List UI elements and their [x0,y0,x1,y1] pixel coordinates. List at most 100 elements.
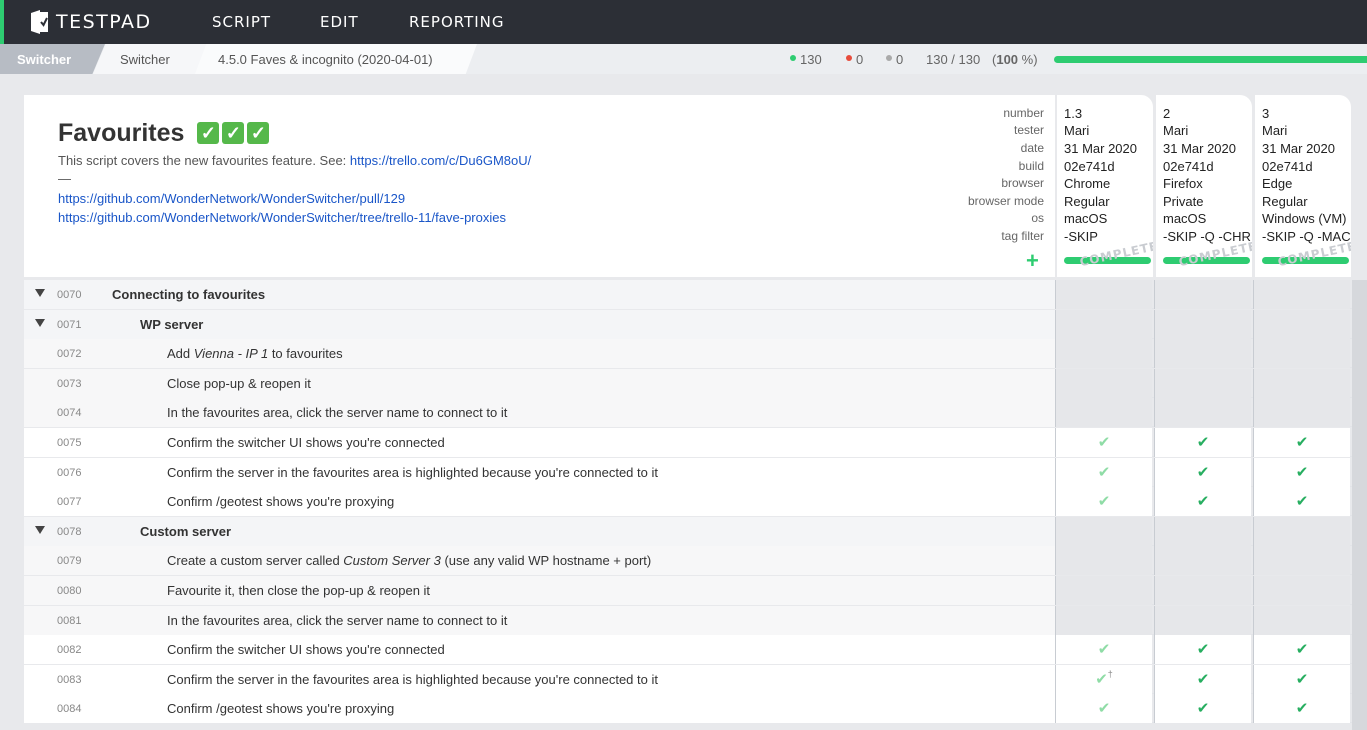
testpad-logo-icon [31,10,48,34]
result-cell[interactable]: ✔† [1055,665,1152,694]
run-date: 31 Mar 2020 [1064,141,1137,156]
breadcrumb-project[interactable]: Switcher [0,44,105,74]
result-cell[interactable] [1253,339,1350,368]
nav-reporting[interactable]: REPORTING [409,13,505,31]
row-content[interactable]: 0082 Confirm the switcher UI shows you're… [24,635,1055,664]
run-column[interactable]: 2 Mari 31 Mar 2020 02e741d Firefox Private mac… [1156,95,1252,277]
result-cell[interactable]: ✔ [1154,665,1251,694]
pass-check-icon: ✔ [1196,700,1210,717]
github-pull-link[interactable]: https://github.com/WonderNetwork/WonderS… [58,191,405,206]
test-step-text: Favourite it, then close the pop-up & re… [167,583,431,598]
result-cell[interactable] [1055,369,1152,398]
row-content[interactable]: 0072 Add Vienna - IP 1 to favourites [24,339,1055,368]
run-browser: Edge [1262,176,1293,191]
run-browser-mode: Regular [1064,194,1110,209]
row-content[interactable]: 0080 Favourite it, then close the pop-up … [24,576,1055,605]
pass-check-icon: ✔ [1295,434,1309,451]
table-row: 0081 In the favourites area, click the se… [24,606,1367,635]
scrollbar-track[interactable] [1352,280,1367,730]
result-cell[interactable] [1055,310,1152,339]
result-cell[interactable]: ✔ [1055,635,1152,664]
result-cell[interactable]: ✔ [1154,458,1251,487]
test-step-text: Confirm the server in the favourites are… [167,465,658,480]
result-cell[interactable] [1055,576,1152,605]
run-column[interactable]: 3 Mari 31 Mar 2020 02e741d Edge Regular Window… [1255,95,1351,277]
row-content[interactable]: 0070 Connecting to favourites [24,280,1055,309]
expand-triangle-icon[interactable] [35,319,45,327]
result-cell[interactable]: ✔ [1154,694,1251,723]
result-cell[interactable]: ✔ [1055,428,1152,457]
nav-script[interactable]: SCRIPT [212,13,271,31]
expand-triangle-icon[interactable] [35,289,45,297]
pass-check-icon: ✔ [1196,464,1210,481]
result-cell[interactable] [1154,280,1251,309]
run-column[interactable]: 1.3 Mari 31 Mar 2020 02e741d Chrome Regular ma… [1057,95,1153,277]
result-cell[interactable] [1154,606,1251,635]
result-cell[interactable] [1154,576,1251,605]
result-cell[interactable] [1253,517,1350,546]
row-number: 0084 [57,703,82,715]
result-cell[interactable]: ✔ [1154,635,1251,664]
row-content[interactable]: 0076 Confirm the server in the favourites… [24,458,1055,487]
pass-check-icon: ✔ [1097,493,1111,510]
row-content[interactable]: 0081 In the favourites area, click the se… [24,606,1055,635]
result-cell[interactable]: ✔ [1253,635,1350,664]
result-cell[interactable] [1055,606,1152,635]
result-cell[interactable] [1253,606,1350,635]
result-cell[interactable] [1154,310,1251,339]
row-content[interactable]: 0078 Custom server [24,517,1055,546]
row-content[interactable]: 0079 Create a custom server called Custom… [24,546,1055,575]
result-cell[interactable] [1154,339,1251,368]
row-content[interactable]: 0073 Close pop-up & reopen it [24,369,1055,398]
step-text-part: (use any valid WP hostname + port) [440,553,652,568]
result-cell[interactable] [1154,398,1251,427]
other-count-value: 0 [896,52,904,67]
result-cell[interactable] [1154,369,1251,398]
result-cell[interactable] [1253,369,1350,398]
add-run-button[interactable]: + [1026,250,1039,272]
result-cell[interactable] [1154,546,1251,575]
trello-link[interactable]: https://trello.com/c/Du6GM8oU/ [350,153,531,168]
result-cell[interactable] [1253,280,1350,309]
github-branch-link[interactable]: https://github.com/WonderNetwork/WonderS… [58,210,506,225]
label-tester: tester [1013,123,1044,137]
check-box-icon: ✓ [247,121,270,144]
result-cell[interactable] [1055,517,1152,546]
row-content[interactable]: 0083 Confirm the server in the favourites… [24,665,1055,694]
fail-dot-icon [846,54,852,61]
result-cell[interactable]: ✔ [1253,458,1350,487]
result-cell[interactable]: ✔ [1055,487,1152,516]
row-content[interactable]: 0084 Confirm /geotest shows you're proxyi… [24,694,1055,723]
table-row: 0076 Confirm the server in the favourites… [24,458,1367,487]
result-cell[interactable] [1055,280,1152,309]
breadcrumb-script[interactable]: 4.5.0 Faves & incognito (2020-04-01) [195,44,477,74]
result-cell[interactable] [1055,546,1152,575]
nav-edit[interactable]: EDIT [320,13,359,31]
row-content[interactable]: 0075 Confirm the switcher UI shows you're… [24,428,1055,457]
row-content[interactable]: 0074 In the favourites area, click the se… [24,398,1055,427]
expand-triangle-icon[interactable] [35,526,45,534]
row-content[interactable]: 0071 WP server [24,310,1055,339]
table-row: 0077 Confirm /geotest shows you're proxyi… [24,487,1367,516]
result-cell[interactable]: ✔ [1154,428,1251,457]
result-cell[interactable]: ✔ [1253,428,1350,457]
result-cell[interactable]: ✔ [1055,458,1152,487]
result-cell[interactable] [1055,339,1152,368]
result-cell[interactable] [1055,398,1152,427]
result-cell[interactable] [1253,576,1350,605]
result-cell[interactable]: ✔ [1055,694,1152,723]
testpad-logo[interactable]: TESTPAD [28,8,152,36]
result-cell[interactable]: ✔ [1253,665,1350,694]
row-number: 0077 [57,496,82,508]
result-cell[interactable]: ✔ [1253,694,1350,723]
row-content[interactable]: 0077 Confirm /geotest shows you're proxyi… [24,487,1055,516]
breadcrumb-folder[interactable]: Switcher [93,44,208,74]
label-os: os [1031,211,1044,225]
result-cell[interactable] [1253,398,1350,427]
table-row: 0072 Add Vienna - IP 1 to favourites [24,339,1367,368]
result-cell[interactable] [1253,310,1350,339]
result-cell[interactable] [1154,517,1251,546]
result-cell[interactable]: ✔ [1253,487,1350,516]
result-cell[interactable]: ✔ [1154,487,1251,516]
result-cell[interactable] [1253,546,1350,575]
